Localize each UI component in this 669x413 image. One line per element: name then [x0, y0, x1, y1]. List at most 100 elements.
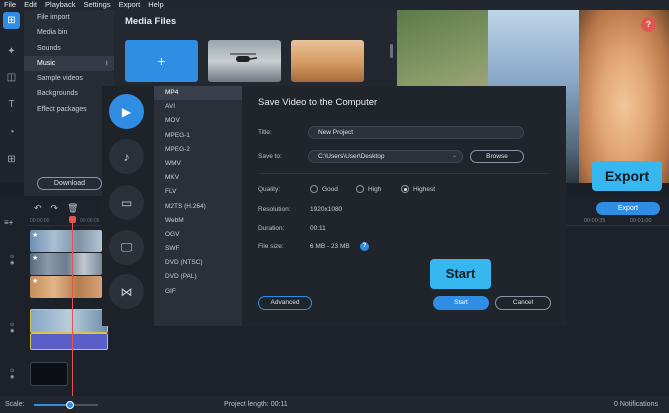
quality-high-radio[interactable]: High: [356, 185, 381, 193]
overlay-clip-1[interactable]: ★: [30, 230, 102, 252]
format-item-mpeg1[interactable]: MPEG-1: [154, 129, 242, 143]
export-callout: Export: [592, 161, 662, 191]
filters-icon[interactable]: ◔: [3, 124, 20, 141]
file-size-label: File size:: [258, 243, 284, 250]
quality-good-label: Good: [322, 185, 338, 193]
browse-button[interactable]: Browse: [470, 150, 524, 163]
titles-icon[interactable]: T: [3, 96, 20, 113]
format-item-gif[interactable]: GIF: [154, 285, 242, 299]
scale-slider-handle[interactable]: [66, 401, 74, 409]
export-destination-rail: ▶ ♪ ▭ 🖵 ⋈: [102, 86, 154, 326]
sidebar-item-sounds[interactable]: Sounds: [24, 41, 114, 56]
format-item-swf[interactable]: SWF: [154, 242, 242, 256]
ruler-tick-0: 00:00:00: [30, 218, 50, 224]
trash-icon[interactable]: 🗑: [67, 203, 78, 214]
download-icon: ⭳: [105, 59, 108, 67]
format-item-webm[interactable]: WebM: [154, 214, 242, 228]
plus-icon: +: [157, 53, 166, 69]
sidebar-item-media-bin[interactable]: Media bin: [24, 25, 114, 40]
preview-frame-cat: [579, 10, 669, 183]
download-button[interactable]: Download: [37, 177, 102, 190]
export-button[interactable]: Export: [596, 202, 660, 215]
format-item-mov[interactable]: MOV: [154, 114, 242, 128]
audio-clip[interactable]: [30, 333, 108, 350]
title-label: Title:: [258, 129, 272, 136]
sidebar-item-effect-packages[interactable]: Effect packages: [24, 102, 114, 117]
more-tools-icon[interactable]: ⊞: [3, 151, 20, 168]
save-to-field[interactable]: C:\Users\User\Desktop ⌄: [308, 150, 463, 163]
menu-bar: File Edit Playback Settings Export Help: [0, 0, 669, 10]
save-to-value: C:\Users\User\Desktop: [318, 153, 385, 160]
format-item-avi[interactable]: AVI: [154, 100, 242, 114]
project-length: Project length: 00:11: [224, 401, 288, 408]
magic-wand-icon[interactable]: ✦: [3, 43, 20, 60]
resolution-label: Resolution:: [258, 206, 291, 213]
import-icon[interactable]: ⊞: [3, 12, 20, 29]
tool-rail: ⊞ ✦ ◫ T ◔ ⊞: [0, 10, 24, 183]
transitions-icon[interactable]: ◫: [3, 69, 20, 86]
cancel-button[interactable]: Cancel: [495, 296, 551, 310]
format-item-dvd-pal[interactable]: DVD (PAL): [154, 270, 242, 284]
start-button[interactable]: Start: [433, 296, 489, 310]
sidebar-item-sample-videos[interactable]: Sample videos: [24, 71, 114, 86]
playhead[interactable]: [69, 216, 76, 396]
notifications[interactable]: 0 Notifications: [614, 396, 658, 413]
format-item-ogv[interactable]: OGV: [154, 228, 242, 242]
menu-settings[interactable]: Settings: [83, 0, 110, 10]
redo-icon[interactable]: ↷: [51, 203, 59, 214]
star-icon: ★: [32, 278, 39, 285]
monitor-icon[interactable]: 🖵: [109, 230, 144, 265]
format-item-mkv[interactable]: MKV: [154, 171, 242, 185]
track-controls-video[interactable]: ⊙ ◉: [10, 322, 14, 334]
media-thumb-desert[interactable]: [291, 40, 364, 82]
quality-good-radio[interactable]: Good: [310, 185, 338, 193]
help-button[interactable]: ?: [641, 17, 656, 32]
radio-dot: [356, 185, 364, 193]
empty-clip[interactable]: [30, 362, 68, 386]
format-item-m2ts[interactable]: M2TS (H.264): [154, 200, 242, 214]
menu-export[interactable]: Export: [119, 0, 141, 10]
overlay-clip-3[interactable]: ★: [30, 276, 102, 298]
format-item-mpeg2[interactable]: MPEG-2: [154, 143, 242, 157]
sidebar-item-file-import[interactable]: File import: [24, 10, 114, 25]
timeline-tools: ↶ ↷ 🗑: [34, 203, 79, 214]
media-thumb-helicopter[interactable]: [208, 40, 281, 82]
add-media-button[interactable]: +: [125, 40, 198, 82]
track-controls-audio[interactable]: ⊙ ◉: [10, 368, 14, 380]
sidebar-item-music[interactable]: Music ⭳: [24, 55, 114, 72]
file-size-value: 6 MB - 23 MB: [310, 243, 350, 250]
format-item-flv[interactable]: FLV: [154, 185, 242, 199]
format-list: MP4 AVI MOV MPEG-1 MPEG-2 WMV MKV FLV M2…: [154, 86, 242, 326]
track-controls-overlay[interactable]: ⊙ ◉: [10, 254, 14, 266]
video-file-icon[interactable]: ▶: [109, 94, 144, 129]
add-track-icon[interactable]: ≡+: [4, 218, 13, 227]
ruler-tick-60: 00:01:00: [630, 218, 652, 224]
media-scrollbar[interactable]: [390, 44, 393, 58]
duration-label: Duration:: [258, 225, 285, 232]
advanced-button[interactable]: Advanced: [258, 296, 312, 310]
music-note-icon[interactable]: ♪: [109, 139, 144, 174]
title-input[interactable]: New Project: [308, 126, 524, 139]
quality-highest-label: Highest: [413, 185, 436, 193]
dialog-title: Save Video to the Computer: [258, 97, 378, 108]
video-clip[interactable]: [30, 309, 108, 333]
sidebar-item-label: Music: [37, 59, 56, 67]
format-item-mp4[interactable]: MP4: [154, 86, 242, 101]
sidebar-item-backgrounds[interactable]: Backgrounds: [24, 86, 114, 101]
info-icon[interactable]: ?: [360, 242, 369, 251]
overlay-clip-2[interactable]: ★: [30, 253, 102, 275]
undo-icon[interactable]: ↶: [34, 203, 42, 214]
menu-file[interactable]: File: [4, 0, 16, 10]
format-item-dvd-ntsc[interactable]: DVD (NTSC): [154, 256, 242, 270]
share-icon[interactable]: ⋈: [109, 274, 144, 309]
resolution-value: 1920x1080: [310, 206, 343, 213]
menu-playback[interactable]: Playback: [45, 0, 75, 10]
start-callout: Start: [430, 259, 491, 289]
menu-help[interactable]: Help: [148, 0, 163, 10]
menu-edit[interactable]: Edit: [24, 0, 37, 10]
quality-highest-radio[interactable]: Highest: [401, 185, 435, 193]
format-item-wmv[interactable]: WMV: [154, 157, 242, 171]
ruler-tick-35: 00:00:35: [584, 218, 606, 224]
helicopter-icon: [230, 53, 258, 62]
devices-icon[interactable]: ▭: [109, 185, 144, 220]
